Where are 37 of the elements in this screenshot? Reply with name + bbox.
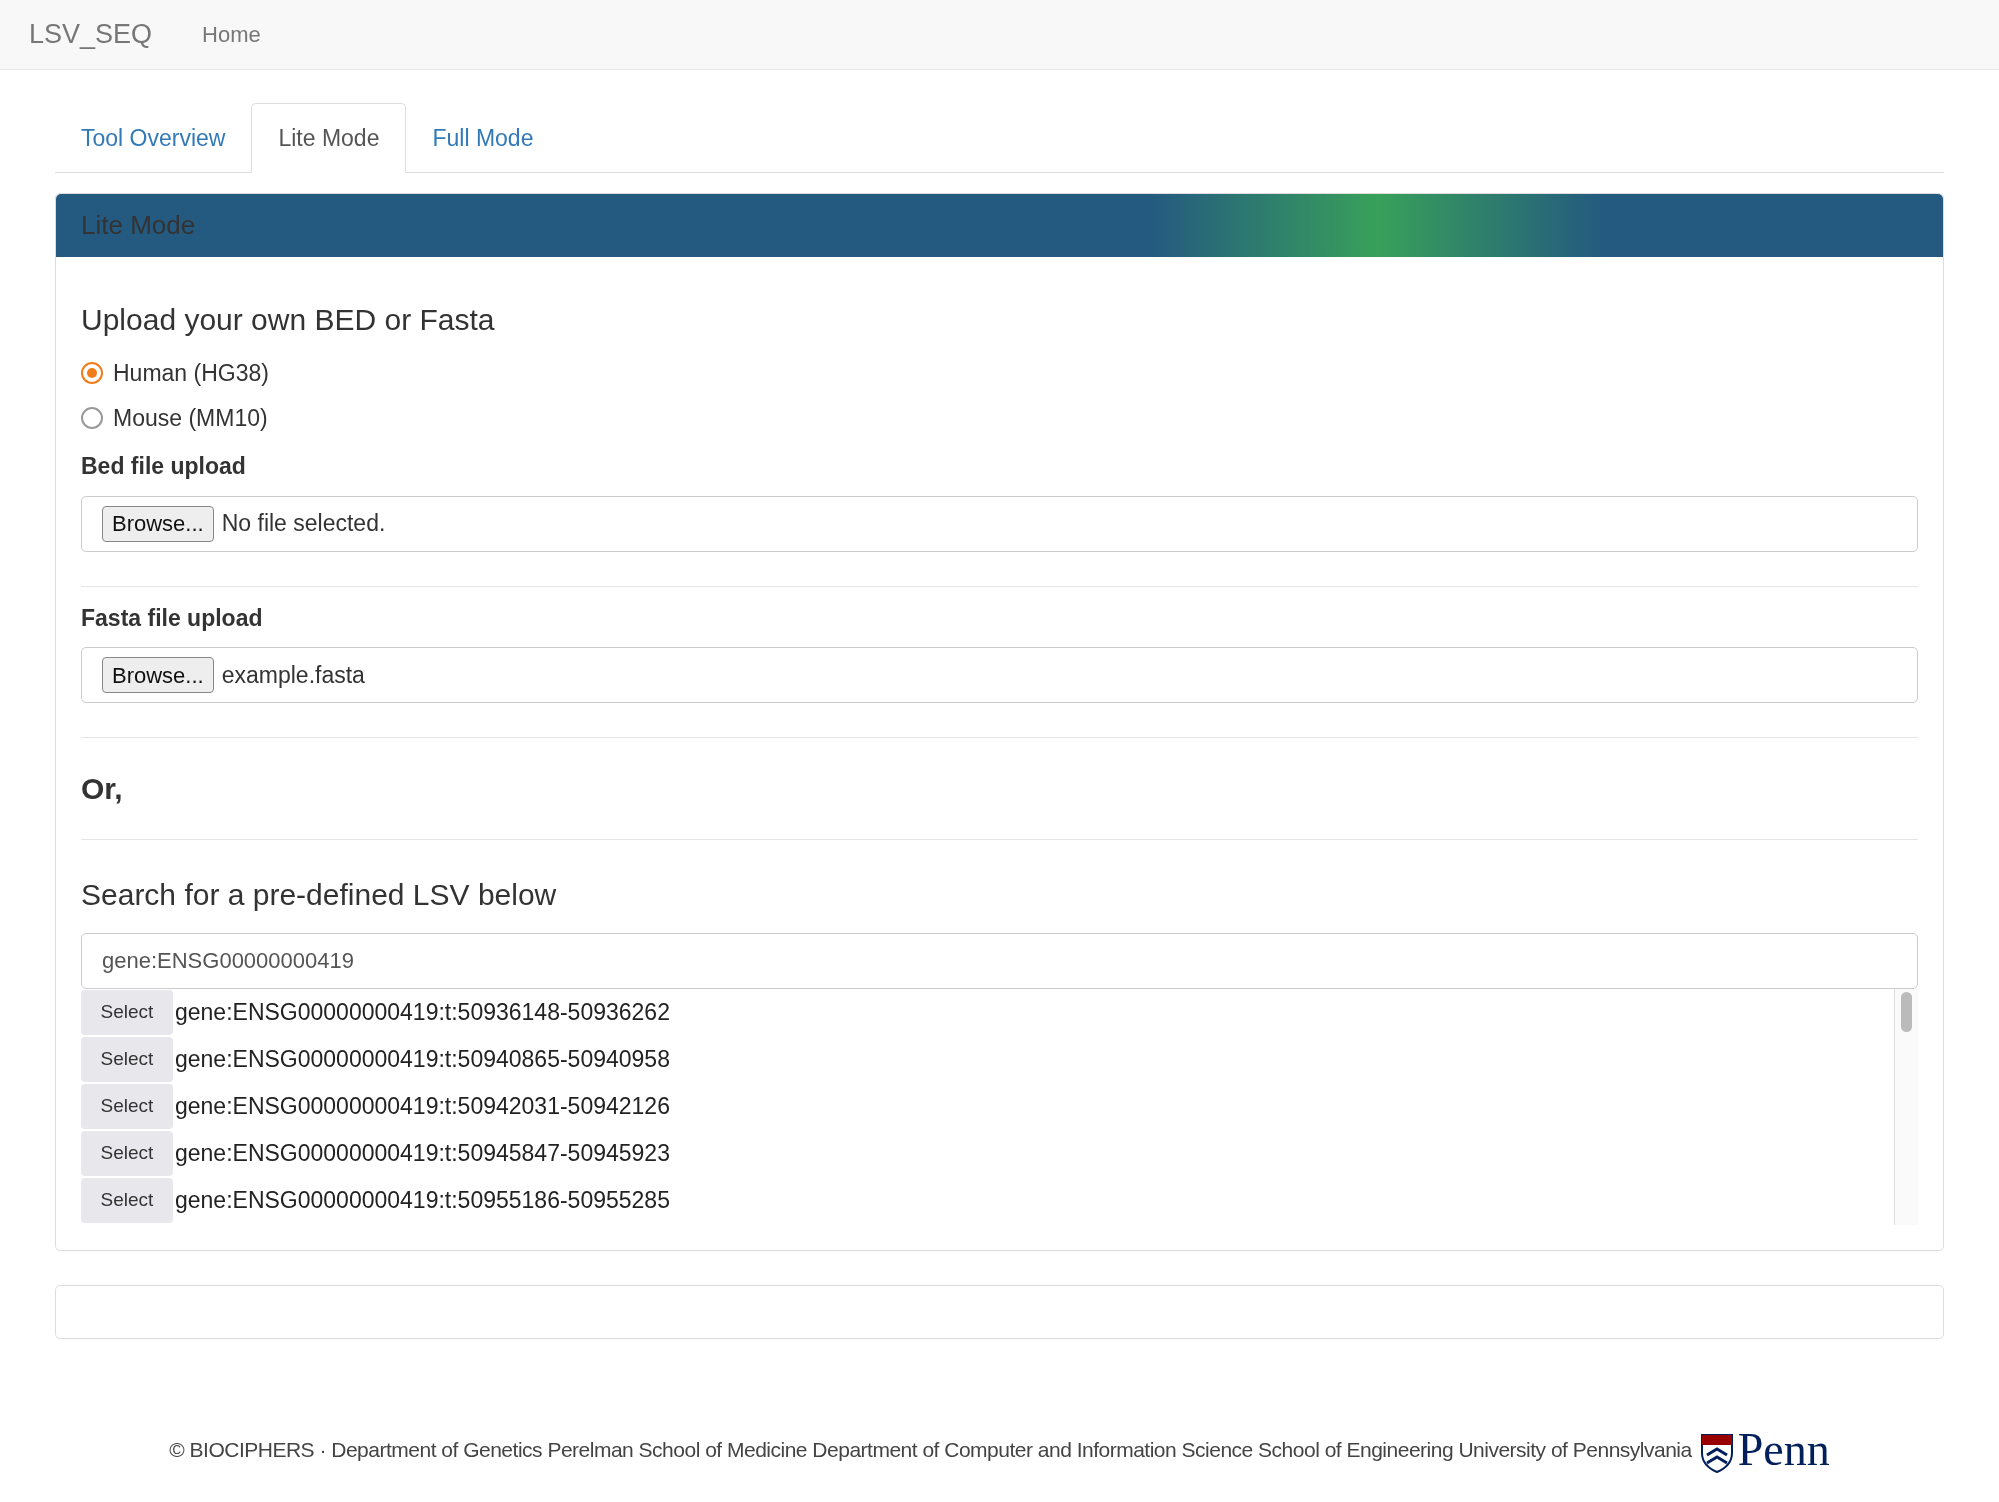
result-item[interactable]: gene:ENSG00000000419:t:50936148-50936262 <box>175 995 670 1030</box>
shield-icon <box>1699 1433 1734 1473</box>
result-item[interactable]: gene:ENSG00000000419:t:50942031-50942126 <box>175 1089 670 1124</box>
select-button[interactable]: Select <box>81 1084 173 1129</box>
select-button[interactable]: Select <box>81 1178 173 1223</box>
scrollbar[interactable] <box>1894 989 1918 1225</box>
tab[interactable]: Tool Overview <box>55 104 252 172</box>
field-label: Bed file upload <box>81 452 247 481</box>
section-heading: Search for a pre-defined LSV below <box>81 877 558 913</box>
browse-button[interactable]: Browse... <box>102 657 214 693</box>
footer-text: © BIOCIPHERS · Department of Genetics Perelman School of Medicine Department of Computer and Information Science School of Engineering University of Pennsylvania <box>169 1437 1692 1464</box>
radio-label: Mouse (MM10) <box>113 403 268 433</box>
or-heading: Or, <box>81 771 124 807</box>
brand-title[interactable]: LSV_SEQ <box>29 14 153 55</box>
select-button[interactable]: Select <box>81 1037 173 1082</box>
section-heading: Upload your own BED or Fasta <box>81 302 496 338</box>
search-field[interactable]: gene:ENSG00000000419 <box>81 933 1918 989</box>
result-item[interactable]: gene:ENSG00000000419:t:50955186-50955285 <box>175 1183 670 1218</box>
logo-text: Penn <box>1737 1427 1830 1473</box>
penn-logo[interactable]: Penn <box>1699 1427 1830 1473</box>
panel-title: Lite Mode <box>81 209 196 242</box>
field-label: Fasta file upload <box>81 603 264 633</box>
radio-label: Human (HG38) <box>113 359 269 388</box>
select-button[interactable]: Select <box>81 1131 173 1176</box>
file-input[interactable]: Browse... example.fasta <box>81 647 1918 703</box>
file-input[interactable]: Browse... No file selected. <box>81 495 1918 552</box>
result-item[interactable]: gene:ENSG00000000419:t:50940865-50940958 <box>175 1042 670 1077</box>
result-item[interactable]: gene:ENSG00000000419:t:50945847-50945923 <box>175 1136 670 1171</box>
radio-button[interactable] <box>81 406 103 429</box>
tab[interactable]: Lite Mode <box>251 103 407 173</box>
file-name: example.fasta <box>221 660 365 690</box>
radio-button[interactable] <box>81 362 103 385</box>
tab[interactable]: Full Mode <box>406 104 560 172</box>
select-button[interactable]: Select <box>81 990 173 1035</box>
nav-link[interactable]: Home <box>202 18 261 51</box>
file-name: No file selected. <box>221 509 386 539</box>
browse-button[interactable]: Browse... <box>102 505 214 542</box>
